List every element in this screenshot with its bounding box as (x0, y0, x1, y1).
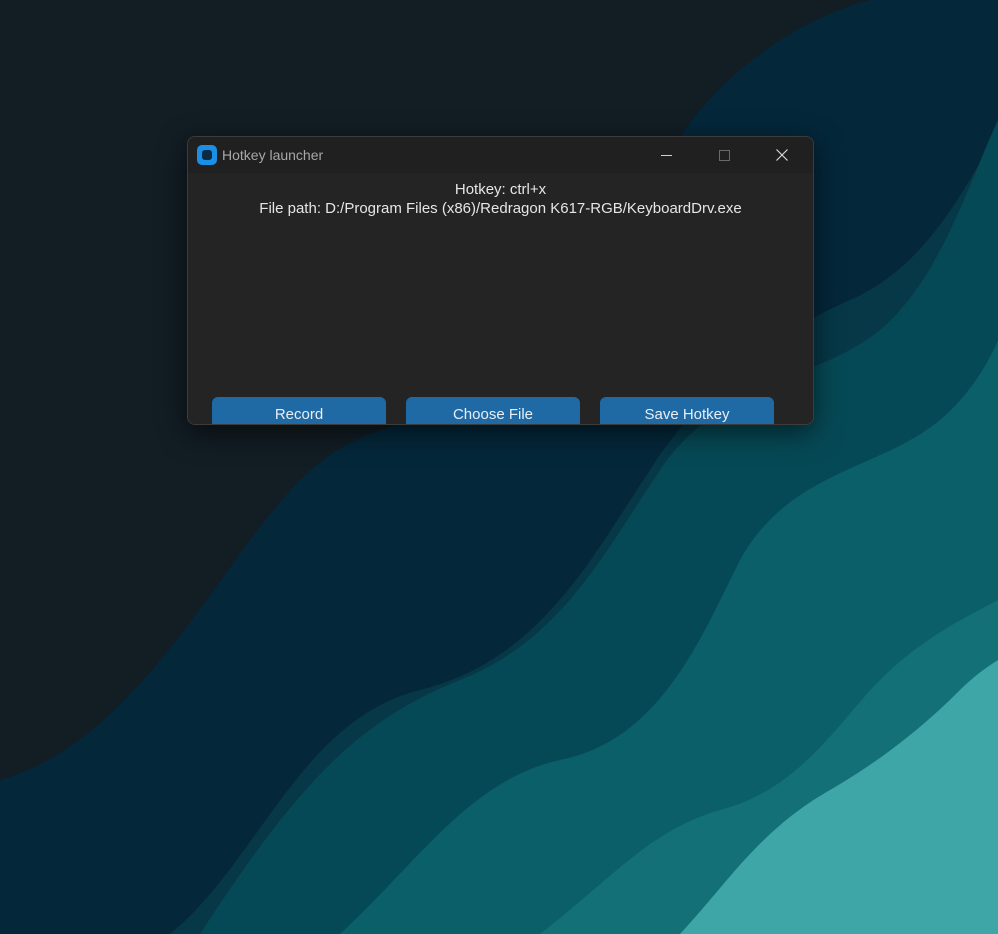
minimize-button[interactable] (637, 137, 695, 173)
close-button[interactable] (753, 137, 811, 173)
title-bar[interactable]: Hotkey launcher (188, 137, 813, 173)
maximize-icon (718, 149, 730, 161)
save-hotkey-button[interactable]: Save Hotkey (600, 397, 774, 424)
window-title: Hotkey launcher (222, 147, 324, 163)
choose-file-button[interactable]: Choose File (406, 397, 580, 424)
minimize-icon (660, 154, 672, 156)
record-button[interactable]: Record (212, 397, 386, 424)
window-content: Hotkey: ctrl+x File path: D:/Program Fil… (188, 173, 813, 424)
desktop: Hotkey launcher Hotkey: ctrl+x File path… (0, 0, 998, 934)
hotkey-label: Hotkey: ctrl+x (454, 181, 547, 198)
close-icon (776, 149, 788, 161)
maximize-button[interactable] (695, 137, 753, 173)
app-icon (197, 145, 217, 165)
app-window: Hotkey launcher Hotkey: ctrl+x File path… (187, 136, 814, 425)
file-path-label: File path: D:/Program Files (x86)/Redrag… (259, 200, 742, 217)
